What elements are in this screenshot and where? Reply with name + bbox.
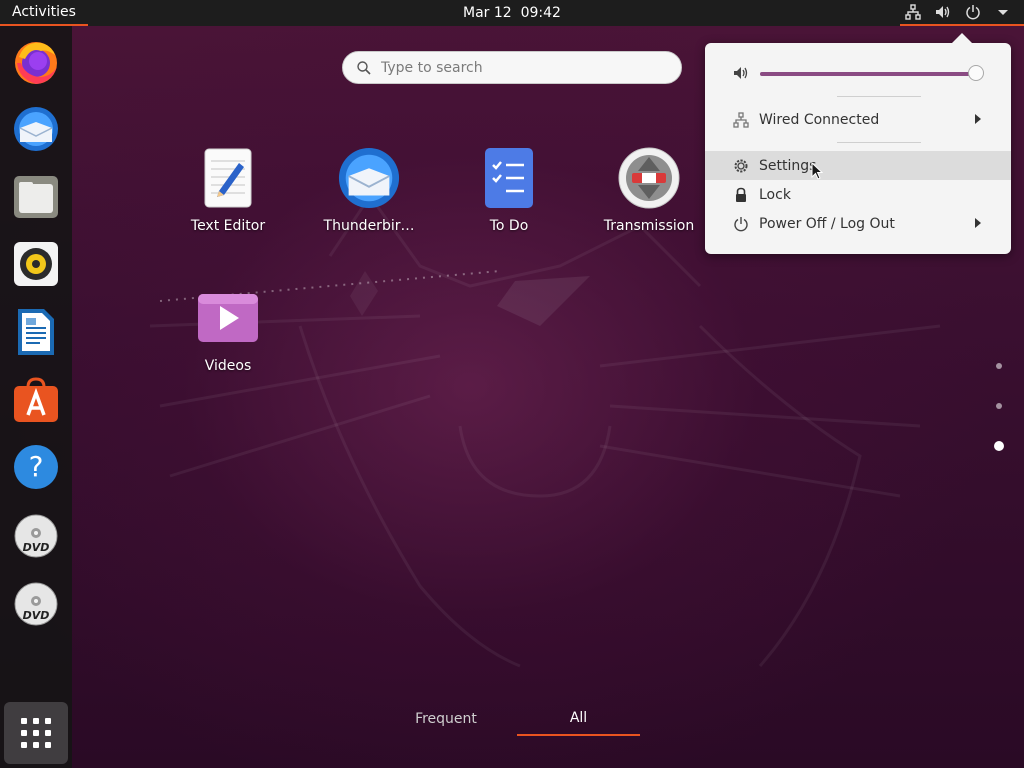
date-label: Mar 12: [463, 5, 512, 21]
separator: [837, 96, 921, 97]
submenu-arrow-icon: [975, 114, 981, 124]
app-text-editor[interactable]: Text Editor: [163, 146, 293, 234]
app-label: To Do: [489, 218, 529, 234]
time-label: 09:42: [520, 5, 561, 21]
page-dot[interactable]: [996, 403, 1002, 409]
menu-item-power-off[interactable]: Power Off / Log Out: [705, 209, 1011, 238]
caret-down-icon[interactable]: [994, 3, 1012, 21]
svg-text:?: ?: [29, 450, 44, 483]
search-icon: [357, 60, 371, 75]
apps-grid-icon: [21, 718, 51, 748]
search-input[interactable]: [381, 59, 651, 76]
separator: [837, 142, 921, 143]
firefox-icon[interactable]: [6, 32, 66, 92]
page-dot-active[interactable]: [994, 441, 1004, 451]
todo-icon: [477, 146, 541, 210]
app-label: Videos: [204, 358, 252, 374]
power-icon: [733, 216, 749, 232]
menu-item-label: Settings: [759, 157, 817, 174]
dvd-icon[interactable]: DVD: [6, 574, 66, 634]
activities-button[interactable]: Activities: [0, 0, 88, 26]
search-bar[interactable]: [342, 51, 682, 84]
system-tray[interactable]: [900, 0, 1024, 26]
show-applications-button[interactable]: [4, 702, 68, 764]
menu-item-label: Lock: [759, 186, 791, 203]
menu-item-label: Wired Connected: [759, 111, 880, 128]
videos-icon: [196, 286, 260, 350]
network-icon[interactable]: [904, 3, 922, 21]
rhythmbox-icon[interactable]: [6, 234, 66, 294]
app-label: Transmission: [603, 218, 695, 234]
menu-item-label: Power Off / Log Out: [759, 215, 895, 232]
app-thunderbird[interactable]: Thunderbir…: [304, 146, 434, 234]
software-icon[interactable]: [6, 370, 66, 430]
thunderbird-icon[interactable]: [6, 99, 66, 159]
app-label: Text Editor: [190, 218, 266, 234]
volume-icon[interactable]: [934, 3, 952, 21]
tab-all[interactable]: All: [517, 702, 640, 736]
volume-slider-handle[interactable]: [967, 65, 984, 81]
svg-text:DVD: DVD: [23, 541, 50, 554]
power-icon[interactable]: [964, 3, 982, 21]
lock-icon: [733, 187, 749, 203]
app-transmission[interactable]: Transmission: [584, 146, 714, 234]
menu-item-lock[interactable]: Lock: [705, 180, 1011, 209]
app-videos[interactable]: Videos: [163, 286, 293, 374]
menu-item-settings[interactable]: Settings: [705, 151, 1011, 180]
submenu-arrow-icon: [975, 218, 981, 228]
mouse-cursor-icon: [811, 162, 823, 180]
gear-icon: [733, 158, 749, 174]
tab-frequent[interactable]: Frequent: [385, 702, 507, 736]
clock: Mar 12 09:42: [0, 0, 1024, 26]
volume-slider-fill: [760, 72, 976, 76]
transmission-icon: [617, 146, 681, 210]
volume-slider[interactable]: [760, 65, 984, 81]
files-icon[interactable]: [6, 167, 66, 227]
menu-item-wired[interactable]: Wired Connected: [705, 105, 1011, 134]
activities-label: Activities: [12, 4, 76, 20]
system-menu: Wired Connected Settings Lock Power Off …: [705, 43, 1011, 254]
volume-icon: [733, 65, 749, 81]
thunderbird-icon: [337, 146, 401, 210]
page-dot[interactable]: [996, 363, 1002, 369]
svg-text:DVD: DVD: [23, 609, 50, 622]
network-icon: [733, 111, 749, 128]
text-editor-icon: [196, 146, 260, 210]
top-bar: Activities Mar 12 09:42: [0, 0, 1024, 26]
help-icon[interactable]: ?: [6, 437, 66, 497]
dvd-icon[interactable]: DVD: [6, 506, 66, 566]
clock-button[interactable]: Mar 12 09:42: [463, 5, 561, 21]
writer-icon[interactable]: [6, 302, 66, 362]
app-to-do[interactable]: To Do: [444, 146, 574, 234]
app-label: Thunderbir…: [323, 218, 415, 234]
view-tabs: Frequent All: [385, 702, 640, 736]
system-menu-pointer: [951, 33, 973, 44]
dock: ? DVD DVD: [0, 26, 72, 768]
